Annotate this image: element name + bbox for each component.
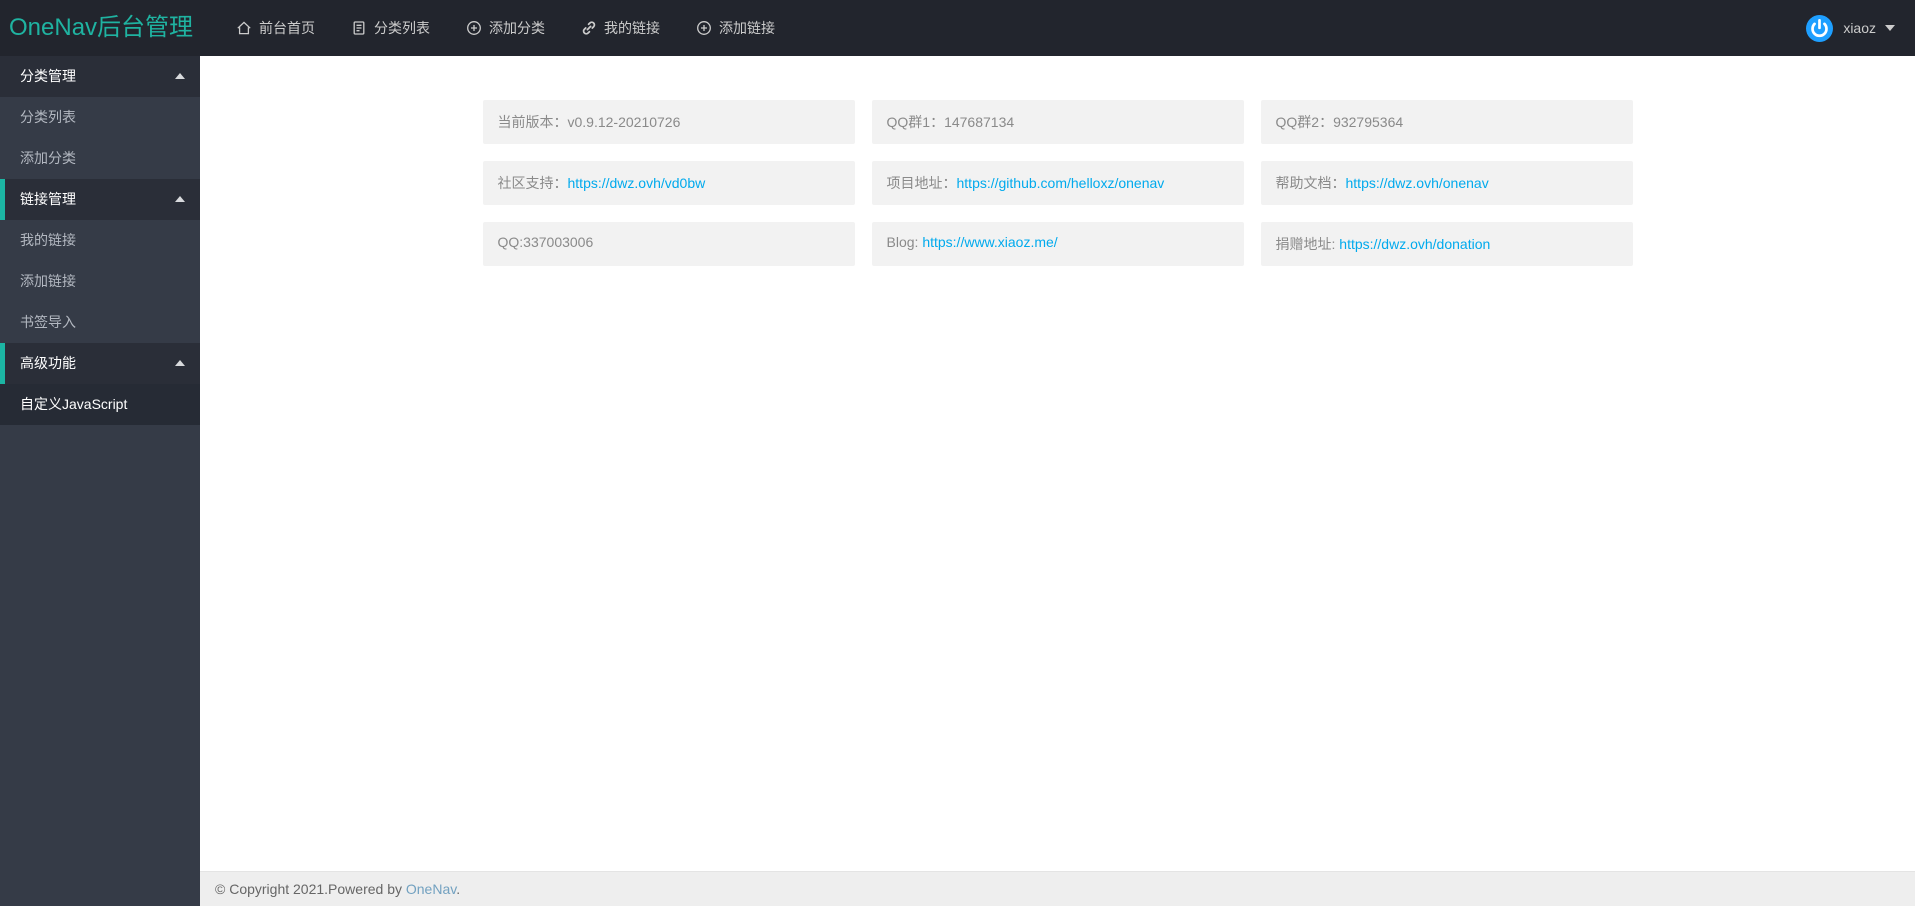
info-card-community-support: 社区支持：https://dwz.ovh/vd0bw — [482, 161, 855, 205]
info-card-qq-group-1: QQ群1：147687134 — [871, 100, 1244, 144]
sidebar-item-add-link[interactable]: 添加链接 — [0, 261, 200, 302]
info-card-grid: 当前版本：v0.9.12-20210726 QQ群1：147687134 QQ群… — [482, 100, 1633, 266]
sidebar-section-link-management[interactable]: 链接管理 — [0, 179, 200, 220]
plus-circle-icon — [466, 20, 489, 36]
card-label: 社区支持： — [497, 175, 568, 191]
info-card-project-url: 项目地址：https://github.com/helloxz/onenav — [871, 161, 1244, 205]
sidebar-item-my-links[interactable]: 我的链接 — [0, 220, 200, 261]
chevron-down-icon — [1885, 25, 1895, 31]
caret-up-icon — [175, 73, 185, 79]
nav-item-add-category[interactable]: 添加分类 — [448, 0, 563, 56]
nav-item-label: 前台首页 — [259, 20, 315, 36]
sidebar-item-label: 添加链接 — [20, 273, 76, 289]
sidebar-item-bookmark-import[interactable]: 书签导入 — [0, 302, 200, 343]
plus-circle-icon — [696, 20, 719, 36]
home-icon — [236, 20, 259, 36]
top-header: OneNav后台管理 前台首页 分类列表 添加分类 我的链接 添加链接 xiao… — [0, 0, 1915, 56]
document-icon — [351, 20, 374, 36]
info-card-donation: 捐赠地址: https://dwz.ovh/donation — [1260, 222, 1633, 266]
info-container: 当前版本：v0.9.12-20210726 QQ群1：147687134 QQ群… — [482, 56, 1633, 266]
sidebar-item-add-category[interactable]: 添加分类 — [0, 138, 200, 179]
sidebar-section-advanced-features[interactable]: 高级功能 — [0, 343, 200, 384]
main-content: 当前版本：v0.9.12-20210726 QQ群1：147687134 QQ群… — [200, 56, 1915, 871]
sidebar-section-label: 分类管理 — [20, 68, 76, 84]
info-card-help-docs: 帮助文档：https://dwz.ovh/onenav — [1260, 161, 1633, 205]
sidebar-section-category-management[interactable]: 分类管理 — [0, 56, 200, 97]
link-icon — [581, 20, 604, 36]
copyright-suffix: . — [456, 881, 461, 897]
sidebar-section-label: 链接管理 — [20, 191, 76, 207]
nav-item-label: 添加分类 — [489, 20, 545, 36]
sidebar-item-custom-javascript[interactable]: 自定义JavaScript — [0, 384, 200, 425]
card-link[interactable]: https://dwz.ovh/vd0bw — [568, 175, 706, 191]
copyright-text: © Copyright 2021.Powered by — [215, 881, 406, 897]
card-link[interactable]: https://dwz.ovh/donation — [1339, 236, 1490, 252]
card-label: QQ:337003006 — [497, 234, 594, 250]
sidebar: 分类管理 分类列表 添加分类 链接管理 我的链接 添加链接 书签导入 高级功能 … — [0, 56, 200, 906]
username: xiaoz — [1843, 20, 1876, 36]
power-avatar-icon — [1806, 14, 1834, 42]
nav-item-label: 我的链接 — [604, 20, 660, 36]
nav-item-label: 分类列表 — [374, 20, 430, 36]
card-label: 当前版本：v0.9.12-20210726 — [497, 114, 681, 130]
nav-item-my-links[interactable]: 我的链接 — [563, 0, 678, 56]
card-link[interactable]: https://github.com/helloxz/onenav — [957, 175, 1165, 191]
card-label: QQ群2：932795364 — [1275, 114, 1404, 130]
card-link[interactable]: https://www.xiaoz.me/ — [922, 234, 1057, 250]
card-label: Blog: — [886, 234, 923, 250]
info-card-version: 当前版本：v0.9.12-20210726 — [482, 100, 855, 144]
sidebar-item-label: 自定义JavaScript — [20, 396, 128, 412]
app-logo: OneNav后台管理 — [9, 14, 194, 41]
card-label: 项目地址： — [886, 175, 957, 191]
card-label: 帮助文档： — [1275, 175, 1346, 191]
card-label: QQ群1：147687134 — [886, 114, 1015, 130]
nav-item-label: 添加链接 — [719, 20, 775, 36]
sidebar-section-label: 高级功能 — [20, 355, 76, 371]
sidebar-item-label: 书签导入 — [20, 314, 76, 330]
nav-item-front-home[interactable]: 前台首页 — [218, 0, 333, 56]
sidebar-item-category-list[interactable]: 分类列表 — [0, 97, 200, 138]
nav-item-add-link[interactable]: 添加链接 — [678, 0, 793, 56]
sidebar-item-label: 分类列表 — [20, 109, 76, 125]
sidebar-item-label: 我的链接 — [20, 232, 76, 248]
top-nav: 前台首页 分类列表 添加分类 我的链接 添加链接 — [218, 0, 793, 56]
sidebar-item-label: 添加分类 — [20, 150, 76, 166]
info-card-qq-contact: QQ:337003006 — [482, 222, 855, 266]
onenav-link[interactable]: OneNav — [406, 881, 456, 897]
card-link[interactable]: https://dwz.ovh/onenav — [1346, 175, 1489, 191]
info-card-qq-group-2: QQ群2：932795364 — [1260, 100, 1633, 144]
nav-item-category-list[interactable]: 分类列表 — [333, 0, 448, 56]
caret-up-icon — [175, 360, 185, 366]
user-menu[interactable]: xiaoz — [1786, 0, 1915, 56]
caret-up-icon — [175, 196, 185, 202]
card-label: 捐赠地址: — [1275, 236, 1340, 252]
info-card-blog: Blog: https://www.xiaoz.me/ — [871, 222, 1244, 266]
footer: © Copyright 2021.Powered by OneNav. — [200, 871, 1915, 906]
